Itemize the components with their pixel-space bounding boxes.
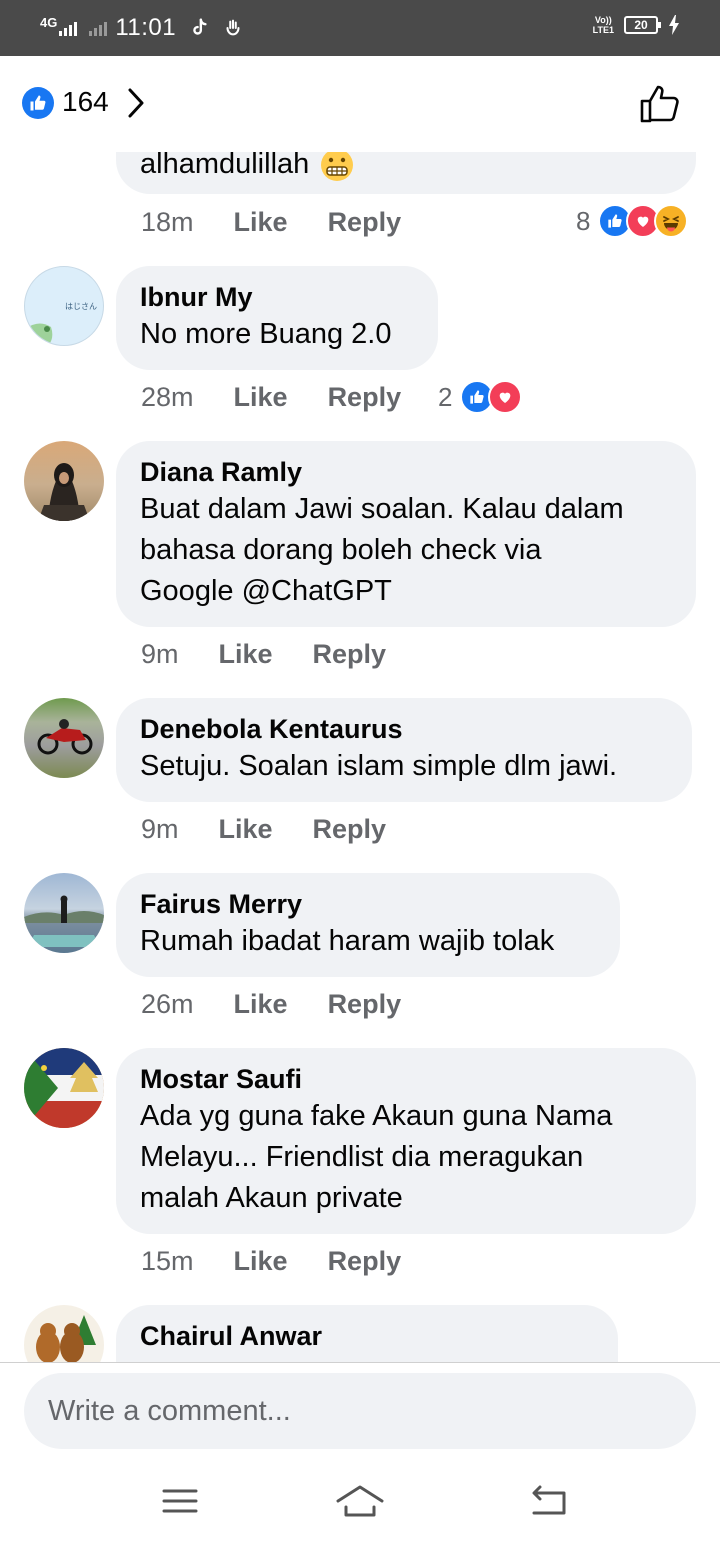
battery-icon: 20 (624, 16, 661, 34)
status-right: Vo)) LTE1 20 (593, 14, 680, 36)
like-button[interactable]: Like (234, 989, 288, 1020)
comment-time: 26m (141, 989, 194, 1019)
comment-bubble[interactable]: alhamdulillah (116, 152, 696, 194)
reaction-count[interactable]: 164 (62, 86, 109, 118)
comment-text: Setuju. Soalan islam simple dlm jawi. (140, 750, 618, 782)
volte-top: Vo)) (594, 15, 612, 25)
comment-time: 15m (141, 1246, 194, 1276)
comment-actions: 9m Like Reply (141, 814, 386, 845)
tiktok-icon (193, 18, 207, 35)
back-icon[interactable] (522, 1479, 574, 1523)
comment-text-line: Melayu... Friendlist dia meragukan (140, 1141, 584, 1173)
clock: 11:01 (115, 14, 177, 41)
avatar[interactable] (24, 1048, 104, 1128)
comment-time: 9m (141, 814, 179, 844)
comment-actions: 18m Like Reply (141, 207, 401, 238)
comment-time: 18m (141, 207, 194, 237)
comment-text: No more Buang 2.0 (140, 318, 392, 350)
menu-icon[interactable] (154, 1479, 206, 1523)
haha-icon (654, 204, 689, 238)
status-left: 4G 11:01 (40, 12, 244, 44)
comment-bubble[interactable]: Diana Ramly Buat dalam Jawi soalan. Kala… (116, 441, 696, 627)
commenter-name[interactable]: Mostar Saufi (140, 1062, 672, 1096)
comment-text: Rumah ibadat haram wajib tolak (140, 925, 555, 957)
comment-actions: 15m Like Reply (141, 1246, 401, 1277)
avatar[interactable]: はじさん (24, 266, 104, 346)
comment-text-line: malah Akaun private (140, 1182, 403, 1214)
commenter-name[interactable]: Denebola Kentaurus (140, 712, 668, 746)
volte-indicator: Vo)) LTE1 (593, 15, 614, 35)
status-bar: 4G 11:01 Vo)) LTE1 20 (0, 0, 720, 56)
comment-bubble[interactable]: Denebola Kentaurus Setuju. Soalan islam … (116, 698, 692, 802)
signal-icon (59, 20, 78, 36)
battery-level: 20 (634, 18, 648, 32)
reply-button[interactable]: Reply (328, 1246, 402, 1277)
comment-time: 28m (141, 382, 194, 412)
comment-time: 9m (141, 639, 179, 669)
like-button[interactable]: Like (234, 1246, 288, 1277)
avatar[interactable] (24, 441, 104, 521)
reply-button[interactable]: Reply (328, 382, 402, 413)
network-type: 4G (40, 14, 58, 30)
like-button[interactable]: Like (219, 639, 273, 670)
commenter-name[interactable]: Fairus Merry (140, 887, 596, 921)
comment-bubble[interactable]: Mostar Saufi Ada yg guna fake Akaun guna… (116, 1048, 696, 1234)
like-reaction-icon[interactable] (22, 87, 54, 119)
charging-icon (669, 15, 679, 35)
notification-app-icon (226, 19, 240, 36)
comment-text-line: Google @ChatGPT (140, 575, 392, 607)
commenter-name[interactable]: Ibnur My (140, 280, 414, 314)
comment-input[interactable]: Write a comment... (24, 1373, 696, 1449)
comment-text-line: Ada yg guna fake Akaun guna Nama (140, 1100, 613, 1132)
reply-button[interactable]: Reply (313, 639, 387, 670)
comment-text: alhamdulillah (140, 152, 310, 180)
comment-input-placeholder: Write a comment... (48, 1394, 291, 1427)
avatar[interactable] (24, 698, 104, 778)
comment-bubble[interactable]: Fairus Merry Rumah ibadat haram wajib to… (116, 873, 620, 977)
reply-button[interactable]: Reply (328, 989, 402, 1020)
home-icon[interactable] (334, 1479, 386, 1523)
avatar-caption: はじさん (65, 302, 97, 311)
like-button[interactable]: Like (219, 814, 273, 845)
comment-reactions[interactable]: 8 (576, 204, 689, 238)
volte-bottom: LTE1 (592, 25, 614, 35)
reply-button[interactable]: Reply (328, 207, 402, 238)
reaction-count: 2 (438, 381, 453, 412)
chevron-right-icon[interactable] (124, 86, 148, 120)
comment-bubble[interactable]: Chairul Anwar (116, 1305, 618, 1362)
reactions-header: 164 (0, 56, 720, 152)
system-nav-bar (0, 1463, 720, 1544)
signal-2-icon (89, 20, 108, 36)
reply-button[interactable]: Reply (313, 814, 387, 845)
comment-actions: 9m Like Reply (141, 639, 386, 670)
commenter-name[interactable]: Chairul Anwar (140, 1319, 594, 1353)
like-button[interactable]: Like (234, 382, 288, 413)
comment-composer: Write a comment... (0, 1362, 720, 1544)
avatar[interactable] (24, 1305, 104, 1362)
reaction-count: 8 (576, 205, 591, 236)
avatar[interactable] (24, 873, 104, 953)
comment-actions: 26m Like Reply (141, 989, 401, 1020)
comment-reactions[interactable]: 2 (438, 380, 523, 414)
grimace-emoji-icon (321, 152, 354, 181)
love-icon (488, 380, 523, 414)
comment-bubble[interactable]: Ibnur My No more Buang 2.0 (116, 266, 438, 370)
like-post-button[interactable] (638, 82, 682, 126)
comment-text-line: bahasa dorang boleh check via (140, 534, 542, 566)
comment-text-line: Buat dalam Jawi soalan. Kalau dalam (140, 493, 624, 525)
commenter-name[interactable]: Diana Ramly (140, 455, 672, 489)
like-button[interactable]: Like (234, 207, 288, 238)
comment-actions: 28m Like Reply (141, 382, 401, 413)
comments-feed[interactable]: alhamdulillah 18m Like Reply 8 はじさん Ibnu… (0, 152, 720, 1362)
